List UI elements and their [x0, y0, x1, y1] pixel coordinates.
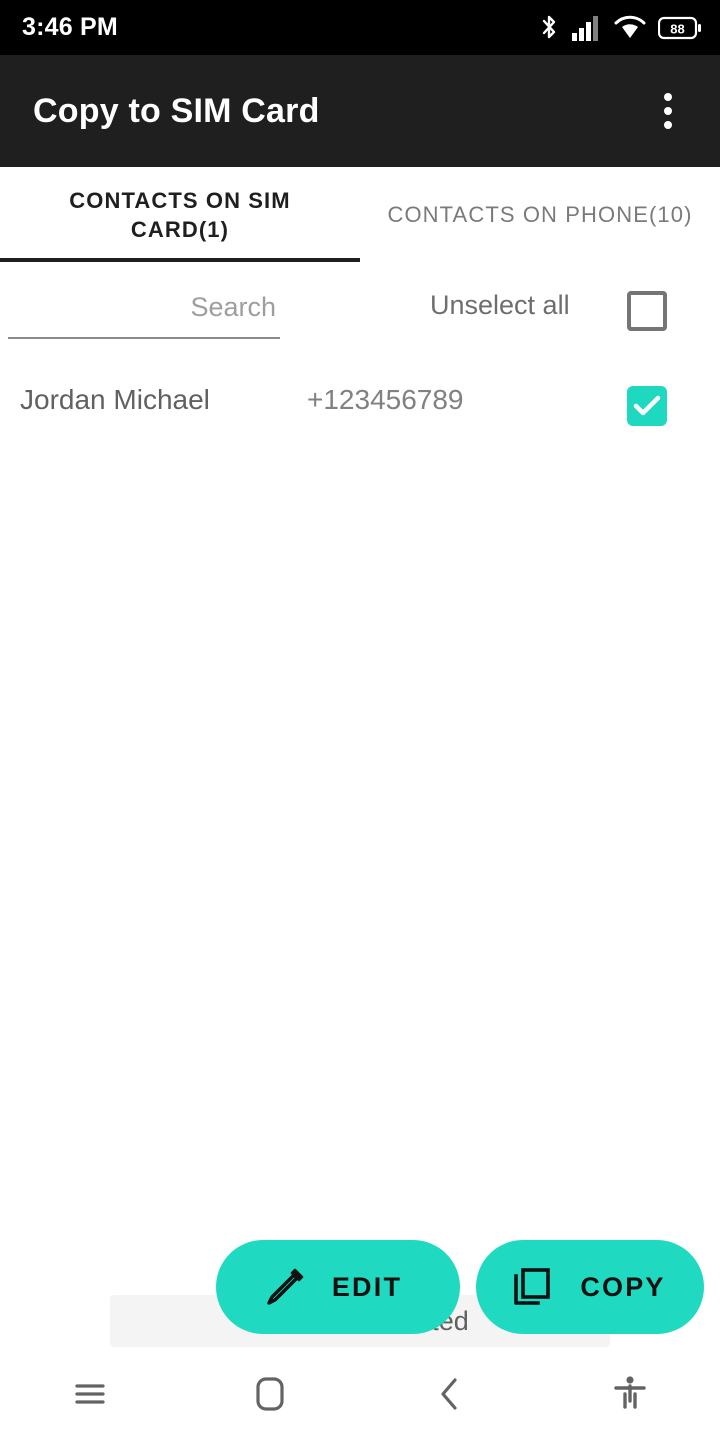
edit-button-label: EDIT	[331, 1271, 403, 1302]
cellular-signal-icon	[572, 15, 602, 41]
overflow-dot	[664, 107, 672, 115]
tab-contacts-on-sim[interactable]: CONTACTS ON SIM CARD(1)	[0, 167, 360, 262]
contact-phone: +123456789	[307, 384, 464, 415]
tab-label: CONTACTS ON PHONE(10)	[387, 202, 693, 227]
wifi-icon	[614, 15, 646, 41]
checkmark-icon	[633, 395, 661, 416]
overflow-dot	[664, 121, 672, 129]
svg-text:88: 88	[670, 21, 684, 36]
copy-button[interactable]: COPY	[476, 1240, 704, 1334]
contact-name: Jordan Michael	[20, 384, 210, 415]
action-button-bar: EDIT COPY	[216, 1240, 704, 1334]
accessibility-icon[interactable]	[540, 1364, 720, 1424]
pencil-icon	[264, 1266, 306, 1308]
back-icon[interactable]	[360, 1364, 540, 1424]
tab-bar: CONTACTS ON SIM CARD(1) CONTACTS ON PHON…	[0, 167, 720, 262]
home-icon[interactable]	[180, 1364, 360, 1424]
copy-icon	[510, 1265, 554, 1309]
menu-icon[interactable]	[0, 1364, 180, 1424]
list-controls: Unselect all	[0, 275, 720, 355]
contact-select-checkbox[interactable]	[627, 386, 667, 426]
page-title: Copy to SIM Card	[33, 91, 320, 130]
unselect-all-label: Unselect all	[430, 290, 570, 320]
tab-label: CONTACTS ON SIM CARD(1)	[69, 187, 291, 242]
overflow-dot	[664, 93, 672, 101]
status-icon-group: 88	[538, 13, 702, 43]
app-bar: Copy to SIM Card	[0, 55, 720, 167]
battery-icon: 88	[658, 16, 702, 40]
app-screen: 3:46 PM 88 Copy to SIM Card CONTACTS ON …	[0, 0, 720, 1440]
overflow-menu-icon[interactable]	[644, 79, 692, 143]
tab-active-indicator	[0, 258, 360, 262]
system-nav-bar	[0, 1352, 720, 1440]
search-input[interactable]	[8, 283, 280, 337]
status-bar: 3:46 PM 88	[0, 0, 720, 55]
unselect-all-checkbox[interactable]	[627, 291, 667, 331]
status-clock: 3:46 PM	[22, 13, 118, 41]
copy-button-label: COPY	[580, 1271, 666, 1302]
tab-contacts-on-phone[interactable]: CONTACTS ON PHONE(10)	[360, 167, 720, 262]
search-field[interactable]	[8, 283, 280, 339]
edit-button[interactable]: EDIT	[216, 1240, 460, 1334]
table-row[interactable]: Jordan Michael +123456789	[0, 370, 720, 442]
bluetooth-icon	[538, 13, 560, 43]
contact-list: Jordan Michael +123456789	[0, 370, 720, 1230]
